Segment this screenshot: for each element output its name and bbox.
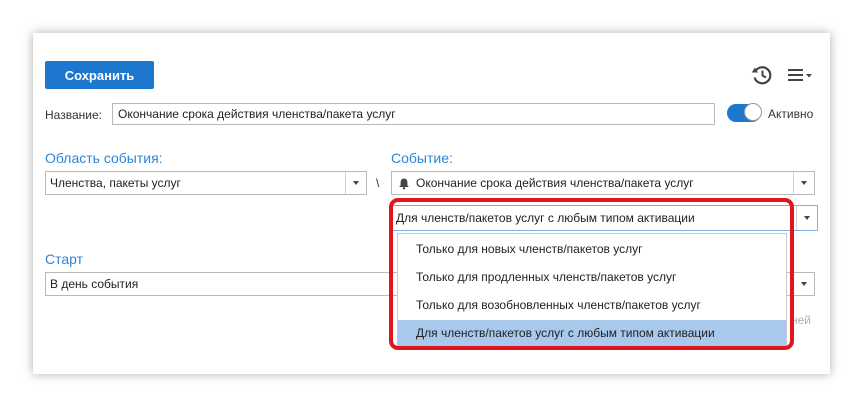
event-select[interactable]: Окончание срока действия членства/пакета… xyxy=(391,171,815,195)
event-area-value: Членства, пакеты услуг xyxy=(50,176,181,190)
chevron-down-icon xyxy=(345,172,366,194)
dropdown-option-selected[interactable]: Для членств/пакетов услуг с любым типом … xyxy=(398,320,786,346)
menu-icon[interactable] xyxy=(787,65,813,85)
active-label: Активно xyxy=(768,107,814,121)
activation-type-select[interactable]: Для членств/пакетов услуг с любым типом … xyxy=(391,205,818,231)
automation-rule-panel: Сохранить Название: Окончание срока дейс… xyxy=(33,33,830,374)
name-label: Название: xyxy=(45,108,102,122)
chevron-down-icon xyxy=(793,273,814,295)
name-input[interactable]: Окончание срока действия членства/пакета… xyxy=(112,103,715,125)
save-button[interactable]: Сохранить xyxy=(45,61,154,89)
chevron-down-icon xyxy=(793,172,814,194)
event-area-title: Область события: xyxy=(45,150,163,166)
dropdown-option[interactable]: Только для новых членств/пакетов услуг xyxy=(398,236,786,262)
active-toggle[interactable] xyxy=(727,103,762,122)
toggle-knob xyxy=(744,103,762,121)
event-value: Окончание срока действия членства/пакета… xyxy=(416,176,694,190)
dropdown-option[interactable]: Только для продленных членств/пакетов ус… xyxy=(398,264,786,290)
start-title: Старт xyxy=(45,251,84,267)
history-icon[interactable] xyxy=(750,63,774,87)
activation-type-dropdown: Только для новых членств/пакетов услуг Т… xyxy=(397,233,787,348)
event-title: Событие: xyxy=(391,150,453,166)
bell-icon xyxy=(399,178,409,189)
path-separator: \ xyxy=(376,176,380,190)
activation-type-value: Для членств/пакетов услуг с любым типом … xyxy=(396,211,695,225)
hint-text: ней xyxy=(791,313,812,327)
chevron-down-icon xyxy=(796,206,817,230)
dropdown-option[interactable]: Только для возобновленных членств/пакето… xyxy=(398,292,786,318)
event-area-select[interactable]: Членства, пакеты услуг xyxy=(45,171,367,195)
